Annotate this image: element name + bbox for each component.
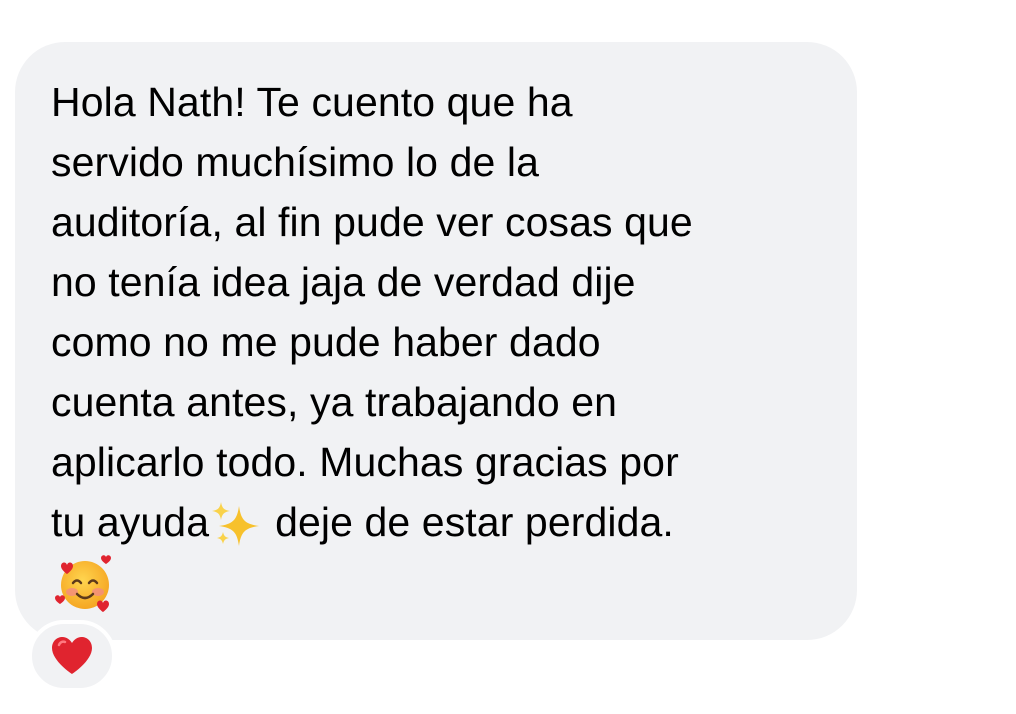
heart-reaction-badge[interactable] (28, 620, 116, 692)
message-line: servido muchísimo lo de la (51, 139, 539, 185)
smiling-face-with-hearts-icon (55, 555, 111, 612)
red-heart-icon (52, 637, 92, 674)
message-line-emoji (51, 552, 841, 612)
message-line: como no me pude haber dado (51, 319, 601, 365)
message-text: Hola Nath! Te cuento que ha servido much… (51, 72, 841, 612)
sparkles-icon (212, 502, 260, 546)
message-text-segment: deje de estar perdida. (275, 499, 674, 545)
message-line: no tenía idea jaja de verdad dije (51, 259, 636, 305)
message-line: aplicarlo todo. Muchas gracias por (51, 439, 679, 485)
message-line: auditoría, al fin pude ver cosas que (51, 199, 693, 245)
message-line: cuenta antes, ya trabajando en (51, 379, 618, 425)
message-line-with-emoji: tu ayuda deje de estar perdida. (51, 492, 841, 552)
message-line: Hola Nath! Te cuento que ha (51, 79, 573, 125)
message-text-segment: tu ayuda (51, 499, 210, 545)
